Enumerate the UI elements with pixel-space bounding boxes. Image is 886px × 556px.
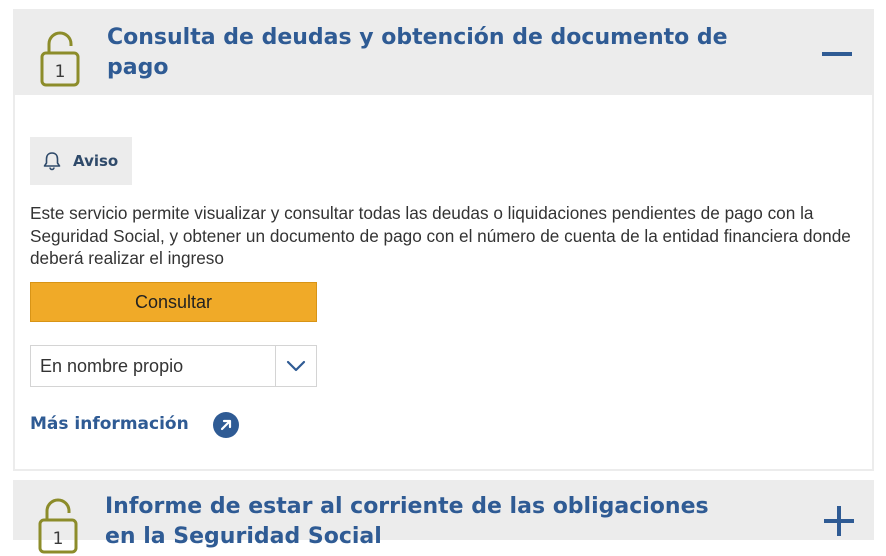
- lock-level-number: 1: [55, 62, 66, 82]
- card-title: Consulta de deudas y obtención de docume…: [107, 25, 728, 80]
- mas-informacion-link[interactable]: Más información: [30, 413, 189, 435]
- services-list: 1 Consulta de deudas y obtención de docu…: [13, 0, 874, 554]
- previous-card-edge: [13, 0, 874, 11]
- minus-icon[interactable]: [822, 39, 852, 69]
- plus-icon[interactable]: [824, 506, 854, 536]
- card-header[interactable]: 1 Consulta de deudas y obtención de docu…: [15, 11, 872, 95]
- service-card-consulta-deudas: 1 Consulta de deudas y obtención de docu…: [13, 11, 874, 471]
- select-divider: [275, 346, 276, 386]
- card-title: Informe de estar al corriente de las obl…: [105, 494, 709, 549]
- service-card-informe-corriente[interactable]: 1 Informe de estar al corriente de las o…: [13, 480, 874, 554]
- service-description: Este servicio permite visualizar y consu…: [30, 203, 851, 268]
- lock-level-number: 1: [53, 529, 64, 549]
- representation-select[interactable]: En nombre propio: [30, 345, 317, 387]
- aviso-notice[interactable]: Aviso: [30, 137, 132, 185]
- consultar-button[interactable]: Consultar: [30, 282, 317, 322]
- chevron-down-icon[interactable]: [284, 354, 308, 378]
- aviso-label: Aviso: [73, 152, 119, 170]
- external-link-icon[interactable]: [212, 411, 240, 439]
- card-body: Aviso Este servicio permite visualizar y…: [15, 95, 872, 469]
- select-value: En nombre propio: [40, 356, 184, 376]
- bell-icon: [43, 152, 61, 171]
- lock-level-icon: 1: [38, 498, 78, 554]
- lock-level-icon: 1: [40, 31, 80, 87]
